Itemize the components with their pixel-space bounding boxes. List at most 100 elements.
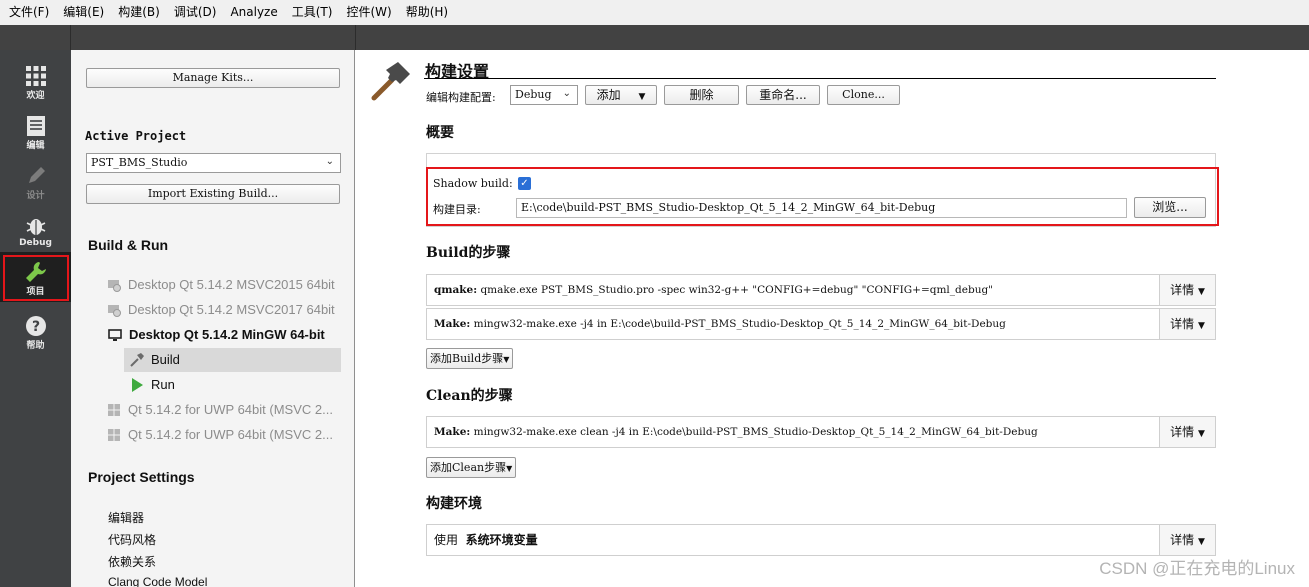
- mode-design[interactable]: 设计: [0, 156, 71, 206]
- step-command: qmake.exe PST_BMS_Studio.pro -spec win32…: [480, 284, 994, 296]
- watermark: CSDN @正在充电的Linux: [1099, 559, 1295, 578]
- add-config-button[interactable]: 添加 ▼: [585, 85, 657, 105]
- step-command: mingw32-make.exe -j4 in E:\code\build-PS…: [473, 318, 1006, 330]
- menu-help[interactable]: 帮助(H): [399, 0, 455, 25]
- dropdown-arrow-icon: ▼: [1197, 537, 1205, 547]
- import-existing-build-button[interactable]: Import Existing Build...: [86, 184, 340, 204]
- title-underline: [424, 78, 1216, 79]
- question-icon: ?: [25, 316, 46, 336]
- menubar: 文件(F) 编辑(E) 构建(B) 调试(D) Analyze 工具(T) 控件…: [0, 0, 1309, 25]
- run-triangle-icon: [132, 378, 143, 392]
- add-build-step-label: 添加Build步骤: [430, 352, 504, 365]
- kit-build-item[interactable]: Build: [124, 348, 341, 372]
- build-steps-heading: Build的步骤: [426, 245, 511, 261]
- toolbar-strip: [0, 25, 1309, 50]
- grid-icon: [25, 66, 46, 86]
- mode-label: 编辑: [26, 141, 45, 151]
- build-config-value: Debug: [515, 88, 552, 101]
- step-name: qmake:: [434, 284, 478, 296]
- menu-file[interactable]: 文件(F): [2, 0, 56, 25]
- dropdown-arrow-icon: ▼: [503, 355, 510, 364]
- kit-msvc2017[interactable]: Desktop Qt 5.14.2 MSVC2017 64bit: [107, 298, 335, 322]
- kit-run-item[interactable]: Run: [124, 373, 341, 397]
- kit-uwp-2[interactable]: Qt 5.14.2 for UWP 64bit (MSVC 2...: [107, 423, 333, 447]
- overview-heading: 概要: [426, 125, 454, 141]
- kit-mingw-64[interactable]: Desktop Qt 5.14.2 MinGW 64-bit: [108, 323, 325, 347]
- menu-analyze[interactable]: Analyze: [223, 0, 284, 25]
- kit-msvc2015[interactable]: Desktop Qt 5.14.2 MSVC2015 64bit: [107, 273, 335, 297]
- clone-config-button[interactable]: Clone...: [827, 85, 900, 105]
- kit-label: Qt 5.14.2 for UWP 64bit (MSVC 2...: [128, 427, 333, 442]
- mode-label: Debug: [19, 238, 52, 248]
- step-name: Make:: [434, 318, 471, 330]
- add-clean-step-button[interactable]: 添加Clean步骤▼: [426, 457, 517, 478]
- mode-sidebar: 欢迎 编辑 设计 Debug 项目 ? 帮助: [0, 50, 71, 587]
- details-label: 详情: [1170, 317, 1195, 331]
- build-step-qmake[interactable]: qmake: qmake.exe PST_BMS_Studio.pro -spe…: [426, 274, 1216, 306]
- kit-label: Qt 5.14.2 for UWP 64bit (MSVC 2...: [128, 402, 333, 417]
- manage-kits-button[interactable]: Manage Kits...: [86, 68, 340, 88]
- pencil-icon: [28, 167, 45, 183]
- chevron-down-icon: ⌄: [562, 88, 571, 100]
- kit-label: Desktop Qt 5.14.2 MinGW 64-bit: [129, 327, 325, 342]
- build-settings-panel: 构建设置 编辑构建配置: Debug ⌄ 添加 ▼ 删除 重命名... Clon…: [356, 50, 1309, 587]
- active-project-select[interactable]: PST_BMS_Studio ⌄: [86, 153, 341, 173]
- active-project-heading: Active Project: [85, 129, 187, 143]
- delete-config-button[interactable]: 删除: [664, 85, 739, 105]
- active-project-value: PST_BMS_Studio: [91, 156, 188, 169]
- step-details-button[interactable]: 详情 ▼: [1159, 417, 1215, 447]
- settings-code-style[interactable]: 代码风格: [108, 531, 156, 548]
- edit-config-label: 编辑构建配置:: [426, 91, 496, 104]
- step-details-button[interactable]: 详情 ▼: [1159, 275, 1215, 305]
- build-step-make[interactable]: Make: mingw32-make.exe -j4 in E:\code\bu…: [426, 308, 1216, 340]
- step-text: Make: mingw32-make.exe clean -j4 in E:\c…: [434, 417, 1038, 447]
- env-details-button[interactable]: 详情 ▼: [1159, 525, 1215, 555]
- project-pane: Manage Kits... Active Project PST_BMS_St…: [71, 50, 355, 587]
- windows-icon: [108, 429, 120, 441]
- svg-text:?: ?: [31, 319, 39, 335]
- menu-widgets[interactable]: 控件(W): [339, 0, 398, 25]
- mode-help[interactable]: ? 帮助: [0, 306, 71, 356]
- env-value: 系统环境变量: [465, 533, 538, 547]
- settings-editor[interactable]: 编辑器: [108, 509, 144, 526]
- mode-welcome[interactable]: 欢迎: [0, 56, 71, 106]
- dropdown-arrow-icon: ▼: [506, 464, 513, 473]
- dropdown-arrow-icon: ▼: [1197, 429, 1205, 439]
- kit-uwp-1[interactable]: Qt 5.14.2 for UWP 64bit (MSVC 2...: [107, 398, 333, 422]
- menu-build[interactable]: 构建(B): [111, 0, 167, 25]
- settings-clang-code-model[interactable]: Clang Code Model: [108, 575, 207, 587]
- build-config-select[interactable]: Debug ⌄: [510, 85, 578, 105]
- bug-icon: [26, 219, 45, 235]
- mode-edit[interactable]: 编辑: [0, 106, 71, 156]
- highlight-annotation: [426, 167, 1219, 226]
- mode-debug[interactable]: Debug: [0, 206, 71, 256]
- build-run-heading: Build & Run: [88, 237, 169, 253]
- clean-step-make[interactable]: Make: mingw32-make.exe clean -j4 in E:\c…: [426, 416, 1216, 448]
- settings-dependencies[interactable]: 依赖关系: [108, 553, 156, 570]
- build-env-row[interactable]: 使用 系统环境变量 详情 ▼: [426, 524, 1216, 556]
- dropdown-arrow-icon: ▼: [638, 92, 646, 102]
- details-label: 详情: [1170, 533, 1195, 547]
- clean-steps-heading: Clean的步骤: [426, 388, 513, 404]
- mode-label: 帮助: [26, 341, 45, 351]
- step-text: qmake: qmake.exe PST_BMS_Studio.pro -spe…: [434, 275, 993, 305]
- document-icon: [26, 116, 45, 136]
- mode-projects[interactable]: 项目: [0, 252, 71, 302]
- step-details-button[interactable]: 详情 ▼: [1159, 309, 1215, 339]
- menu-tools[interactable]: 工具(T): [285, 0, 340, 25]
- kit-subitem-label: Build: [151, 352, 180, 367]
- env-text: 使用 系统环境变量: [434, 525, 538, 555]
- menu-debug[interactable]: 调试(D): [167, 0, 224, 25]
- add-build-step-button[interactable]: 添加Build步骤▼: [426, 348, 514, 369]
- kit-disabled-icon: [108, 280, 121, 292]
- kit-label: Desktop Qt 5.14.2 MSVC2017 64bit: [128, 302, 335, 317]
- rename-config-button[interactable]: 重命名...: [746, 85, 820, 105]
- menu-edit[interactable]: 编辑(E): [56, 0, 111, 25]
- step-text: Make: mingw32-make.exe -j4 in E:\code\bu…: [434, 309, 1006, 339]
- env-use-label: 使用: [434, 533, 459, 547]
- chevron-down-icon: ⌄: [325, 156, 334, 168]
- add-config-label: 添加: [596, 88, 621, 102]
- build-env-heading: 构建环境: [426, 496, 482, 512]
- details-label: 详情: [1170, 283, 1195, 297]
- mode-label: 设计: [26, 191, 45, 201]
